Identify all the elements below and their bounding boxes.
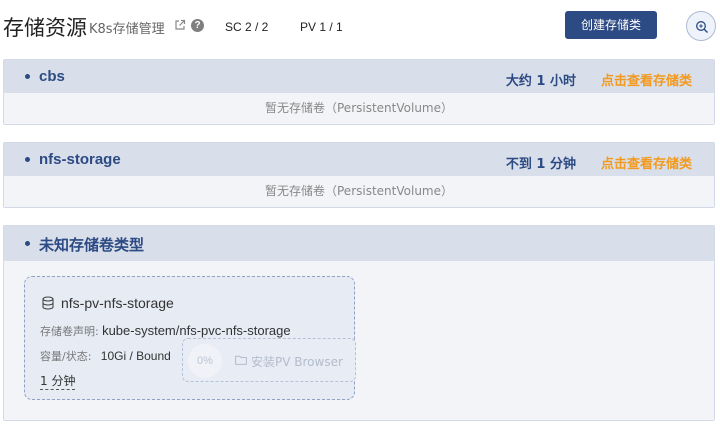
capacity-row: 容量/状态: 10Gi / Bound (40, 348, 171, 364)
zoom-button[interactable] (686, 11, 716, 41)
panel-body: nfs-pv-nfs-storage 存储卷声明: kube-system/nf… (4, 261, 714, 420)
storage-class-age: 大约 1 小时 (505, 74, 576, 89)
view-storage-class-link[interactable]: 点击查看存储类 (601, 70, 692, 89)
database-icon (42, 296, 54, 310)
panel-header: cbs 大约 1 小时 点击查看存储类 (4, 60, 714, 93)
external-link-icon[interactable] (174, 19, 186, 31)
pv-count: PV 1 / 1 (300, 20, 343, 34)
storage-class-panel-nfs-storage: nfs-storage 不到 1 分钟 点击查看存储类 暂无存储卷（Persis… (3, 142, 715, 208)
zoom-icon (696, 21, 708, 33)
storage-class-panel-cbs: cbs 大约 1 小时 点击查看存储类 暂无存储卷（PersistentVolu… (3, 59, 715, 125)
storage-class-name: cbs (39, 68, 65, 85)
storage-class-age: 不到 1 分钟 (505, 157, 576, 172)
help-icon[interactable]: ? (191, 19, 204, 32)
pv-card[interactable]: nfs-pv-nfs-storage 存储卷声明: kube-system/nf… (24, 276, 356, 400)
view-storage-class-link[interactable]: 点击查看存储类 (601, 153, 692, 172)
claim-label: 存储卷声明: (40, 325, 99, 338)
create-storage-class-button[interactable]: 创建存储类 (565, 11, 657, 39)
page-title: 存储资源 (3, 16, 87, 40)
claim-value: kube-system/nfs-pvc-nfs-storage (102, 323, 291, 338)
empty-volume-text: 暂无存储卷（PersistentVolume） (4, 176, 714, 207)
group-title: 未知存储卷类型 (39, 236, 145, 254)
panel-header: 未知存储卷类型 (4, 226, 714, 261)
empty-volume-text: 暂无存储卷（PersistentVolume） (4, 93, 714, 124)
unknown-volume-type-panel: 未知存储卷类型 nfs-pv-nfs-storage 存储卷声明: kube-s… (3, 225, 715, 421)
capacity-label: 容量/状态: (40, 350, 92, 363)
install-pv-browser-button[interactable]: 0% 安装PV Browser (182, 338, 356, 382)
sc-count: SC 2 / 2 (225, 20, 269, 34)
storage-class-name: nfs-storage (39, 151, 121, 168)
claim-row: 存储卷声明: kube-system/nfs-pvc-nfs-storage (40, 323, 291, 339)
pv-name: nfs-pv-nfs-storage (61, 295, 174, 311)
install-pv-browser-label: 安装PV Browser (251, 355, 343, 369)
pv-age: 1 分钟 (40, 374, 76, 390)
bullet-icon (25, 157, 30, 162)
bullet-icon (25, 241, 30, 246)
panel-header: nfs-storage 不到 1 分钟 点击查看存储类 (4, 143, 714, 176)
capacity-value: 10Gi / Bound (100, 349, 171, 363)
page-subtitle: K8s存储管理 (89, 22, 165, 37)
bullet-icon (25, 74, 30, 79)
folder-icon (235, 355, 247, 365)
page-header: 存储资源 K8s存储管理 ? SC 2 / 2 PV 1 / 1 创建存储类 (0, 0, 720, 52)
progress-indicator: 0% (188, 344, 222, 378)
